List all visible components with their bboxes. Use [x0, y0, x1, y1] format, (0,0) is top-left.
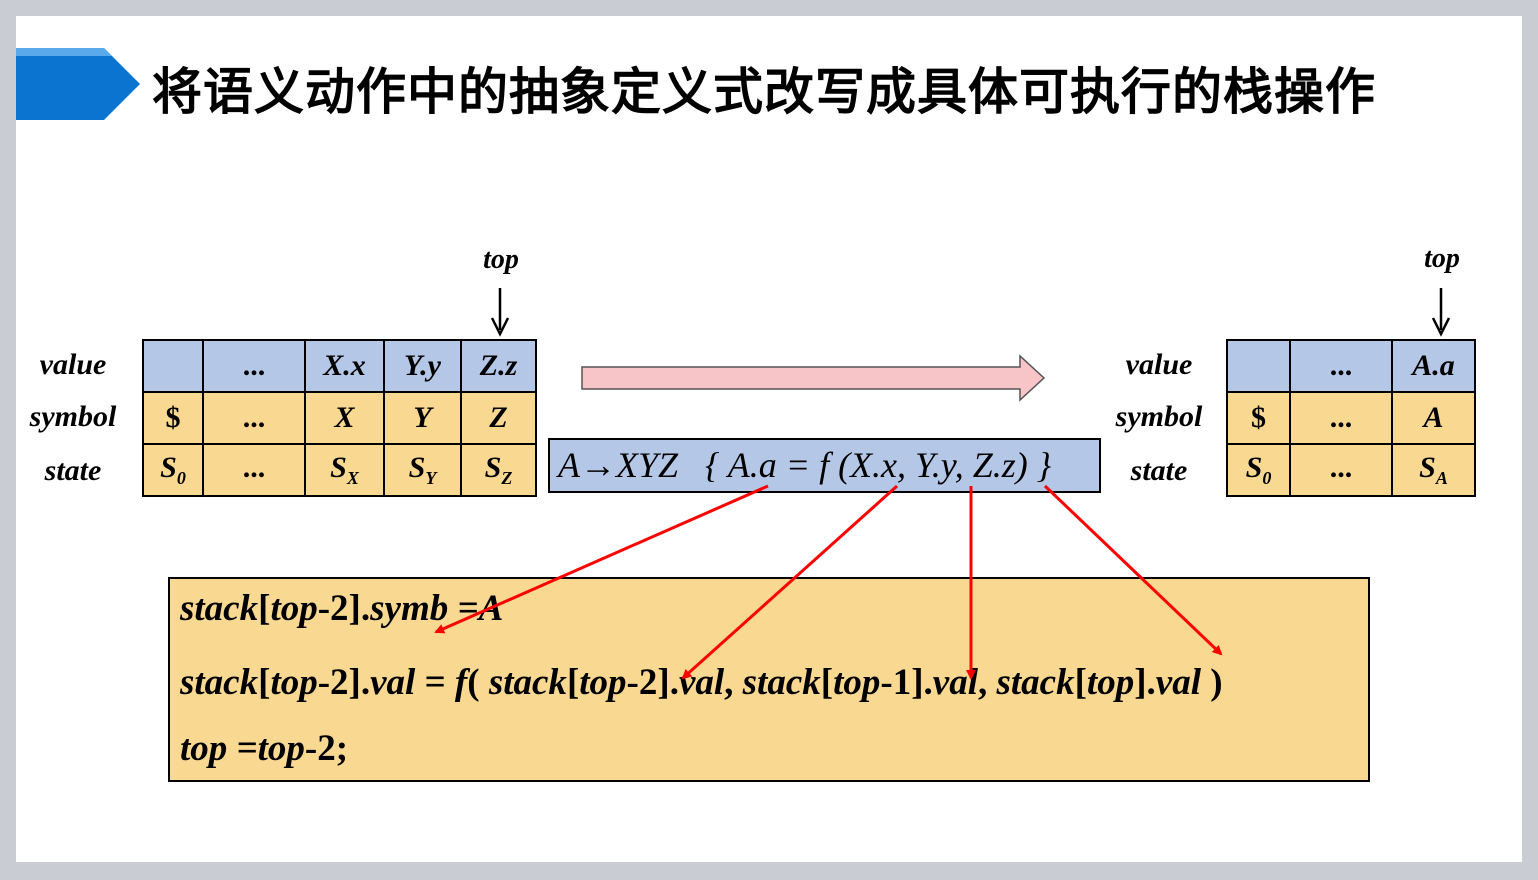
right-top-pointer-arrow-icon [1431, 288, 1451, 337]
arrows-overlay [434, 288, 1451, 680]
map-arrow-x [681, 484, 899, 680]
map-arrow-a [434, 484, 769, 634]
map-arrow-z [1043, 484, 1223, 656]
reduce-block-arrow-icon [581, 354, 1046, 402]
left-top-pointer-arrow-icon [490, 288, 510, 337]
